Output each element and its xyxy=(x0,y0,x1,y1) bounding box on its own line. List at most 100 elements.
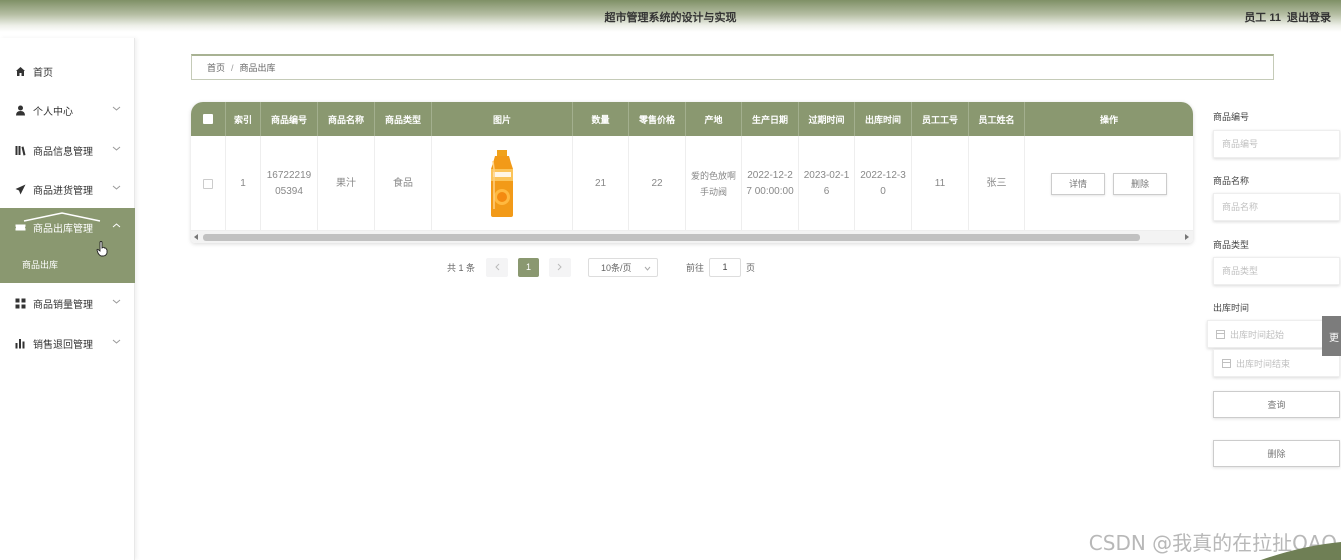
cell-employee-name: 张三 xyxy=(969,136,1025,231)
sidebar-item-returns[interactable]: 销售退回管理 xyxy=(0,324,135,362)
home-icon xyxy=(14,65,27,77)
table-row: 1 1672221905394 果汁 食品 21 22 爱的色放啊手动阀 202… xyxy=(191,136,1193,231)
time-start-input[interactable]: 出库时间起始 xyxy=(1207,320,1334,348)
page-unit-label: 页 xyxy=(746,262,756,273)
column-header: 操作 xyxy=(1099,114,1118,125)
type-search-input[interactable] xyxy=(1213,257,1340,285)
column-header: 索引 xyxy=(226,102,261,136)
chevron-up-icon xyxy=(112,223,121,228)
column-header: 产地 xyxy=(686,102,742,136)
cell-index: 1 xyxy=(226,136,261,231)
sidebar-item-outbound[interactable]: 商品出库管理 xyxy=(0,208,135,246)
top-header: 超市管理系统的设计与实现 员工 11 退出登录 xyxy=(0,0,1341,32)
column-header: 商品编号 xyxy=(261,102,318,136)
cell-outbound-date: 2022-12-30 xyxy=(855,136,912,231)
name-label: 商品名称 xyxy=(1213,176,1250,186)
code-label: 商品编号 xyxy=(1213,112,1250,122)
sidebar-item-label: 销售退回管理 xyxy=(33,339,93,351)
scroll-left-icon[interactable] xyxy=(194,234,198,240)
app-title: 超市管理系统的设计与实现 xyxy=(604,12,737,24)
column-header: 商品名称 xyxy=(318,102,375,136)
delete-row-button[interactable]: 删除 xyxy=(1113,172,1167,195)
submenu-item-outbound[interactable]: 商品出库 xyxy=(0,246,135,283)
scrollbar-thumb[interactable] xyxy=(203,234,1140,241)
scroll-right-icon[interactable] xyxy=(1185,234,1189,240)
prev-page-button[interactable] xyxy=(486,257,509,277)
page-number-button[interactable]: 1 xyxy=(518,257,540,277)
sidebar-item-label: 商品销量管理 xyxy=(33,299,93,311)
row-select-cell xyxy=(191,136,226,231)
goto-label: 前往 xyxy=(686,262,705,273)
horizontal-scrollbar[interactable] xyxy=(191,231,1193,243)
sidebar-item-purchase[interactable]: 商品进货管理 xyxy=(0,170,135,208)
sidebar-item-profile[interactable]: 个人中心 xyxy=(0,91,135,129)
breadcrumb-home[interactable]: 首页 xyxy=(207,61,225,74)
cell-type: 食品 xyxy=(375,136,432,231)
page-size-select[interactable]: 10条/页 xyxy=(588,257,659,277)
column-header: 生产日期 xyxy=(742,102,799,136)
query-button[interactable]: 查询 xyxy=(1213,391,1340,418)
hand-cursor-icon xyxy=(96,241,108,257)
chevron-down-icon xyxy=(112,339,121,344)
cell-price: 22 xyxy=(629,136,686,231)
cell-name: 果汁 xyxy=(318,136,375,231)
chevron-down-icon xyxy=(644,266,651,271)
chevron-down-icon xyxy=(112,299,121,304)
sidebar-item-label: 商品进货管理 xyxy=(33,185,93,197)
name-search-input[interactable] xyxy=(1213,193,1340,221)
logout-link[interactable]: 退出登录 xyxy=(1287,9,1331,25)
calendar-icon xyxy=(1222,358,1231,368)
breadcrumb-current: 商品出库 xyxy=(239,63,276,73)
row-checkbox[interactable] xyxy=(203,178,213,189)
column-header: 商品类型 xyxy=(375,102,432,136)
column-header: 员工姓名 xyxy=(969,102,1025,136)
select-all-checkbox[interactable] xyxy=(203,114,213,124)
cell-actions: 详情 删除 xyxy=(1025,136,1193,231)
cell-origin: 爱的色放啊手动阀 xyxy=(686,136,742,231)
column-header: 图片 xyxy=(432,102,573,136)
next-page-button[interactable] xyxy=(549,257,572,277)
time-end-input[interactable]: 出库时间结束 xyxy=(1213,349,1340,377)
cell-production-date: 2022-12-27 00:00:00 xyxy=(742,136,799,231)
pagination: 共 1 条 1 10条/页 前往 页 xyxy=(447,257,755,277)
bar-chart-icon xyxy=(14,337,27,349)
chevron-right-icon xyxy=(557,263,562,271)
corner-decoration xyxy=(1261,542,1341,560)
sidebar-item-home[interactable]: 首页 xyxy=(0,52,135,90)
cell-expire-date: 2023-02-16 xyxy=(799,136,855,231)
cell-code: 1672221905394 xyxy=(261,136,318,231)
goto-page-input[interactable] xyxy=(709,257,742,277)
library-icon xyxy=(14,144,27,156)
orange-juice-bottle-image xyxy=(491,149,513,217)
submenu-item-label: 商品出库 xyxy=(22,260,59,270)
sidebar-item-product-info[interactable]: 商品信息管理 xyxy=(0,131,135,169)
column-header: 零售价格 xyxy=(629,102,686,136)
user-label: 员工 11 xyxy=(1244,12,1281,24)
time-end-placeholder: 出库时间结束 xyxy=(1236,358,1291,369)
active-marker xyxy=(23,212,101,222)
table-header: 索引 商品编号 商品名称 商品类型 图片 数量 零售价格 产地 生产日期 过期时… xyxy=(191,102,1193,136)
code-search-input[interactable] xyxy=(1213,130,1340,158)
chevron-down-icon xyxy=(112,106,121,111)
sidebar-item-sales[interactable]: 商品销量管理 xyxy=(0,284,135,322)
chevron-down-icon xyxy=(112,185,121,190)
breadcrumb: 首页 / 商品出库 xyxy=(191,54,1274,80)
side-drawer-tab[interactable]: 更 xyxy=(1322,316,1341,356)
batch-delete-button[interactable]: 删除 xyxy=(1213,440,1340,467)
sidebar: 首页 个人中心 商品信息管理 商品进货管理 商品出库管理 商品销量管理 销售退回… xyxy=(0,38,135,560)
column-header: 出库时间 xyxy=(855,102,912,136)
detail-button[interactable]: 详情 xyxy=(1051,172,1105,195)
send-icon xyxy=(14,183,27,195)
time-start-placeholder: 出库时间起始 xyxy=(1230,329,1285,340)
breadcrumb-separator: / xyxy=(231,62,234,73)
cell-employee-no: 11 xyxy=(912,136,969,231)
chevron-left-icon xyxy=(495,263,500,271)
chevron-down-icon xyxy=(112,146,121,151)
time-label: 出库时间 xyxy=(1213,303,1250,313)
cell-image xyxy=(432,136,573,231)
column-header: 数量 xyxy=(573,102,629,136)
grid-icon xyxy=(14,297,27,309)
cell-quantity: 21 xyxy=(573,136,629,231)
calendar-icon xyxy=(1216,329,1225,339)
sidebar-item-label: 首页 xyxy=(33,67,53,79)
